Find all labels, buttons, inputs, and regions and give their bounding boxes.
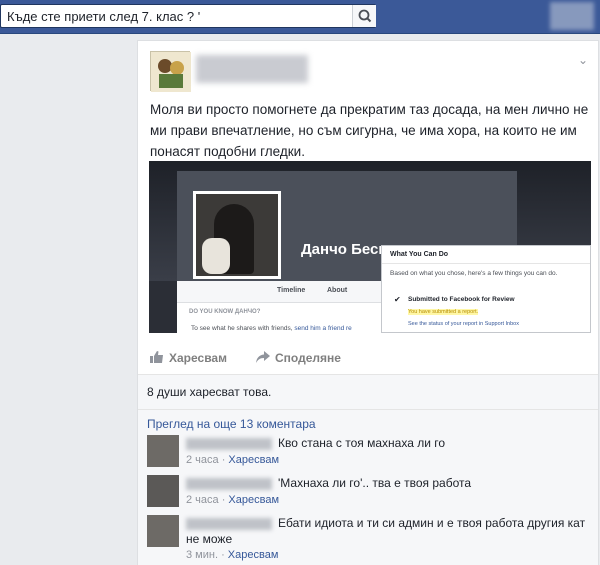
dyk-link: send him a friend re: [294, 325, 352, 332]
search-input[interactable]: Къде сте приети след 7. клас ? ': [7, 9, 200, 24]
comment-meta: 3 мин. · Харесвам: [186, 549, 279, 561]
popup-submitted: Submitted to Facebook for Review: [408, 296, 515, 303]
post-image[interactable]: Данчо Бесило Timeline About DO YOU KNOW …: [149, 161, 591, 333]
comment-avatar[interactable]: [147, 435, 179, 467]
comment-time[interactable]: 3 мин.: [186, 549, 218, 561]
comment-item: Ебати идиота и ти си админ и е твоя рабо…: [147, 515, 592, 565]
comment-avatar[interactable]: [147, 515, 179, 547]
comment-like-link[interactable]: Харесвам: [228, 494, 279, 506]
comment-like-link[interactable]: Харесвам: [228, 454, 279, 466]
tab-timeline: Timeline: [277, 287, 306, 294]
redacted-profile-area: [550, 2, 594, 30]
tab-about: About: [327, 287, 348, 294]
chevron-down-icon[interactable]: ⌄: [578, 53, 588, 67]
report-popup: What You Can Do Based on what you chose,…: [381, 245, 591, 333]
share-label: Споделяне: [275, 351, 341, 365]
author-avatar[interactable]: [150, 51, 191, 92]
author-name-redacted: [196, 55, 308, 83]
popup-title: What You Can Do: [382, 246, 590, 264]
share-arrow-icon: [256, 351, 270, 363]
check-icon: ✔: [394, 295, 401, 304]
likes-count[interactable]: 8 души харесват това.: [147, 385, 271, 399]
dyk-text-part: To see what he shares with friends,: [191, 325, 293, 332]
post-actions: Харесвам Споделяне: [138, 341, 598, 375]
comment-item: 'Махнаха ли го'.. тва е твоя работа 2 ча…: [147, 475, 592, 513]
thumbs-up-icon: [150, 351, 163, 363]
search-button[interactable]: [352, 5, 376, 27]
popup-highlight: You have submitted a report.: [408, 309, 479, 315]
dog-figure: [202, 238, 230, 274]
popup-description: Based on what you chose, here's a few th…: [390, 270, 558, 277]
dyk-title: DO YOU KNOW ДАНЧО?: [189, 309, 261, 315]
dyk-text: To see what he shares with friends, send…: [191, 325, 352, 332]
comment-meta: 2 часа · Харесвам: [186, 454, 280, 466]
comment-text: Ебати идиота и ти си админ и е твоя рабо…: [186, 516, 586, 546]
comment-text: 'Махнаха ли го'.. тва е твоя работа: [278, 476, 472, 490]
like-button[interactable]: Харесвам: [150, 351, 227, 365]
profile-picture: [193, 191, 281, 279]
view-more-comments[interactable]: Преглед на още 13 коментара: [147, 417, 316, 431]
comment-text: Кво стана с тоя махнаха ли го: [278, 436, 446, 450]
search-box[interactable]: Къде сте приети след 7. клас ? ': [0, 4, 376, 28]
top-bar: Къде сте приети след 7. клас ? ': [0, 0, 600, 34]
divider: [138, 409, 598, 410]
search-icon: [358, 9, 372, 23]
post-text: Моля ви просто помогнете да прекратим та…: [150, 102, 589, 159]
post-card: ⌄ Моля ви просто помогнете да прекратим …: [137, 40, 599, 565]
feedback-area: 8 души харесват това. Преглед на още 13 …: [138, 375, 598, 565]
comment-item: Кво стана с тоя махнаха ли го 2 часа · Х…: [147, 435, 592, 473]
comment-time[interactable]: 2 часа: [186, 494, 219, 506]
comment-like-link[interactable]: Харесвам: [228, 549, 279, 561]
like-label: Харесвам: [169, 351, 227, 365]
comment-avatar[interactable]: [147, 475, 179, 507]
popup-support-link: See the status of your report in Support…: [408, 321, 519, 327]
share-button[interactable]: Споделяне: [256, 351, 341, 365]
comment-time[interactable]: 2 часа: [186, 454, 219, 466]
avatar-cartoon-icon: [151, 52, 191, 92]
comment-meta: 2 часа · Харесвам: [186, 494, 280, 506]
